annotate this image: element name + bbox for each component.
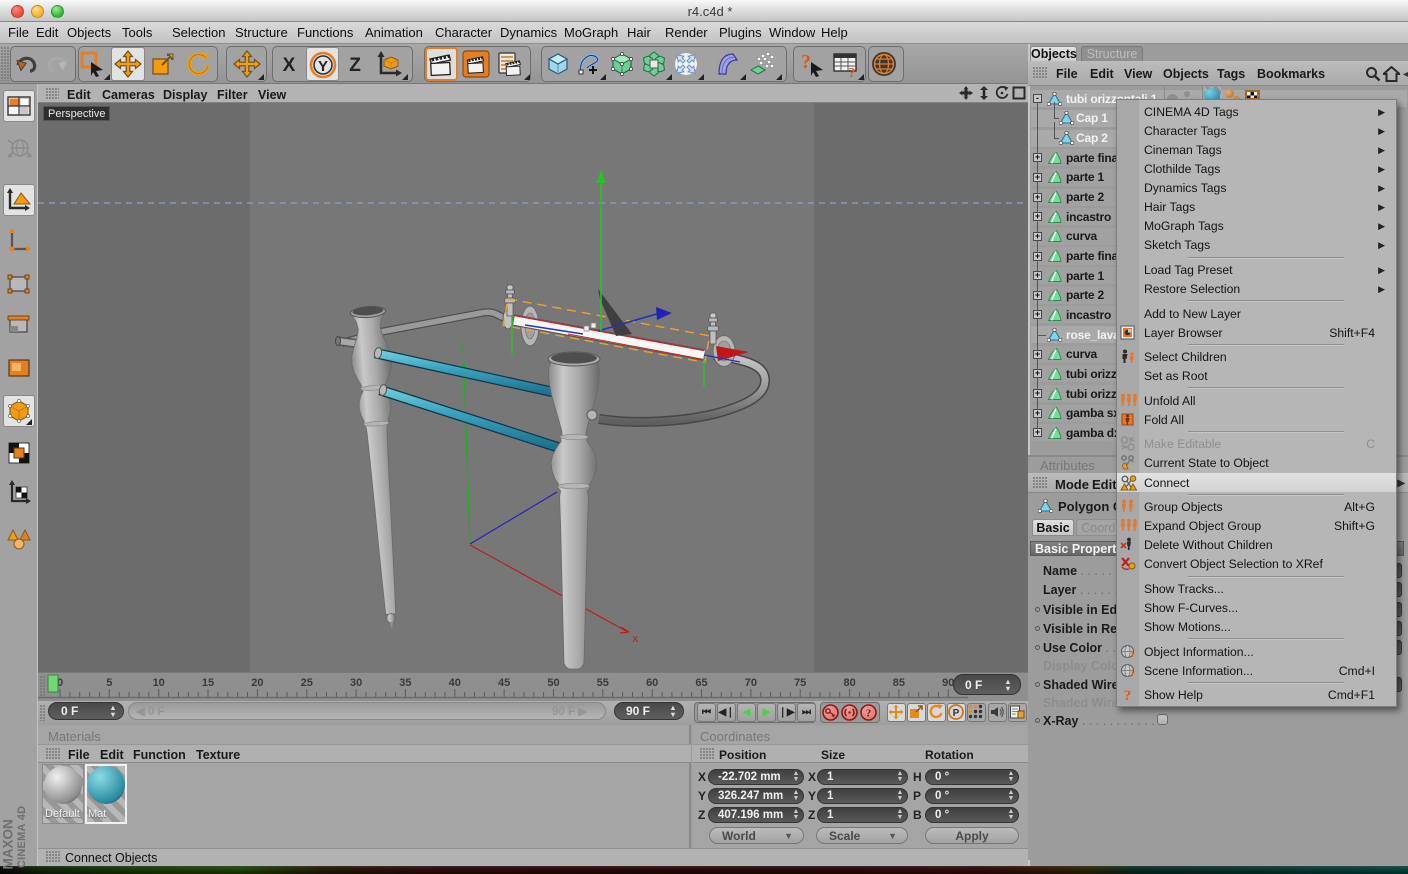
svg-text:x: x <box>632 634 639 646</box>
svg-text:45: 45 <box>498 677 510 689</box>
svg-text:P: P <box>953 708 960 719</box>
svg-text:50: 50 <box>547 677 559 689</box>
svg-text:15: 15 <box>202 677 214 689</box>
svg-text:80: 80 <box>843 677 855 689</box>
svg-text:30: 30 <box>350 677 362 689</box>
svg-text:Z: Z <box>349 55 361 76</box>
svg-text:X: X <box>283 55 296 76</box>
svg-text:40: 40 <box>449 677 461 689</box>
svg-text:?: ? <box>849 66 856 78</box>
svg-text:?: ? <box>866 708 872 720</box>
svg-text:Y: Y <box>458 343 465 357</box>
svg-text:75: 75 <box>794 677 806 689</box>
svg-text:70: 70 <box>745 677 757 689</box>
svg-text:35: 35 <box>399 677 411 689</box>
svg-text:85: 85 <box>893 677 905 689</box>
svg-text:?: ? <box>801 51 811 73</box>
svg-text:25: 25 <box>301 677 313 689</box>
svg-text:Y: Y <box>318 58 328 75</box>
svg-text:20: 20 <box>251 677 263 689</box>
svg-text:60: 60 <box>646 677 658 689</box>
svg-text:10: 10 <box>153 677 165 689</box>
svg-text:65: 65 <box>695 677 707 689</box>
svg-text:5: 5 <box>106 677 112 689</box>
svg-text:55: 55 <box>597 677 609 689</box>
svg-text:?: ? <box>1124 688 1132 702</box>
